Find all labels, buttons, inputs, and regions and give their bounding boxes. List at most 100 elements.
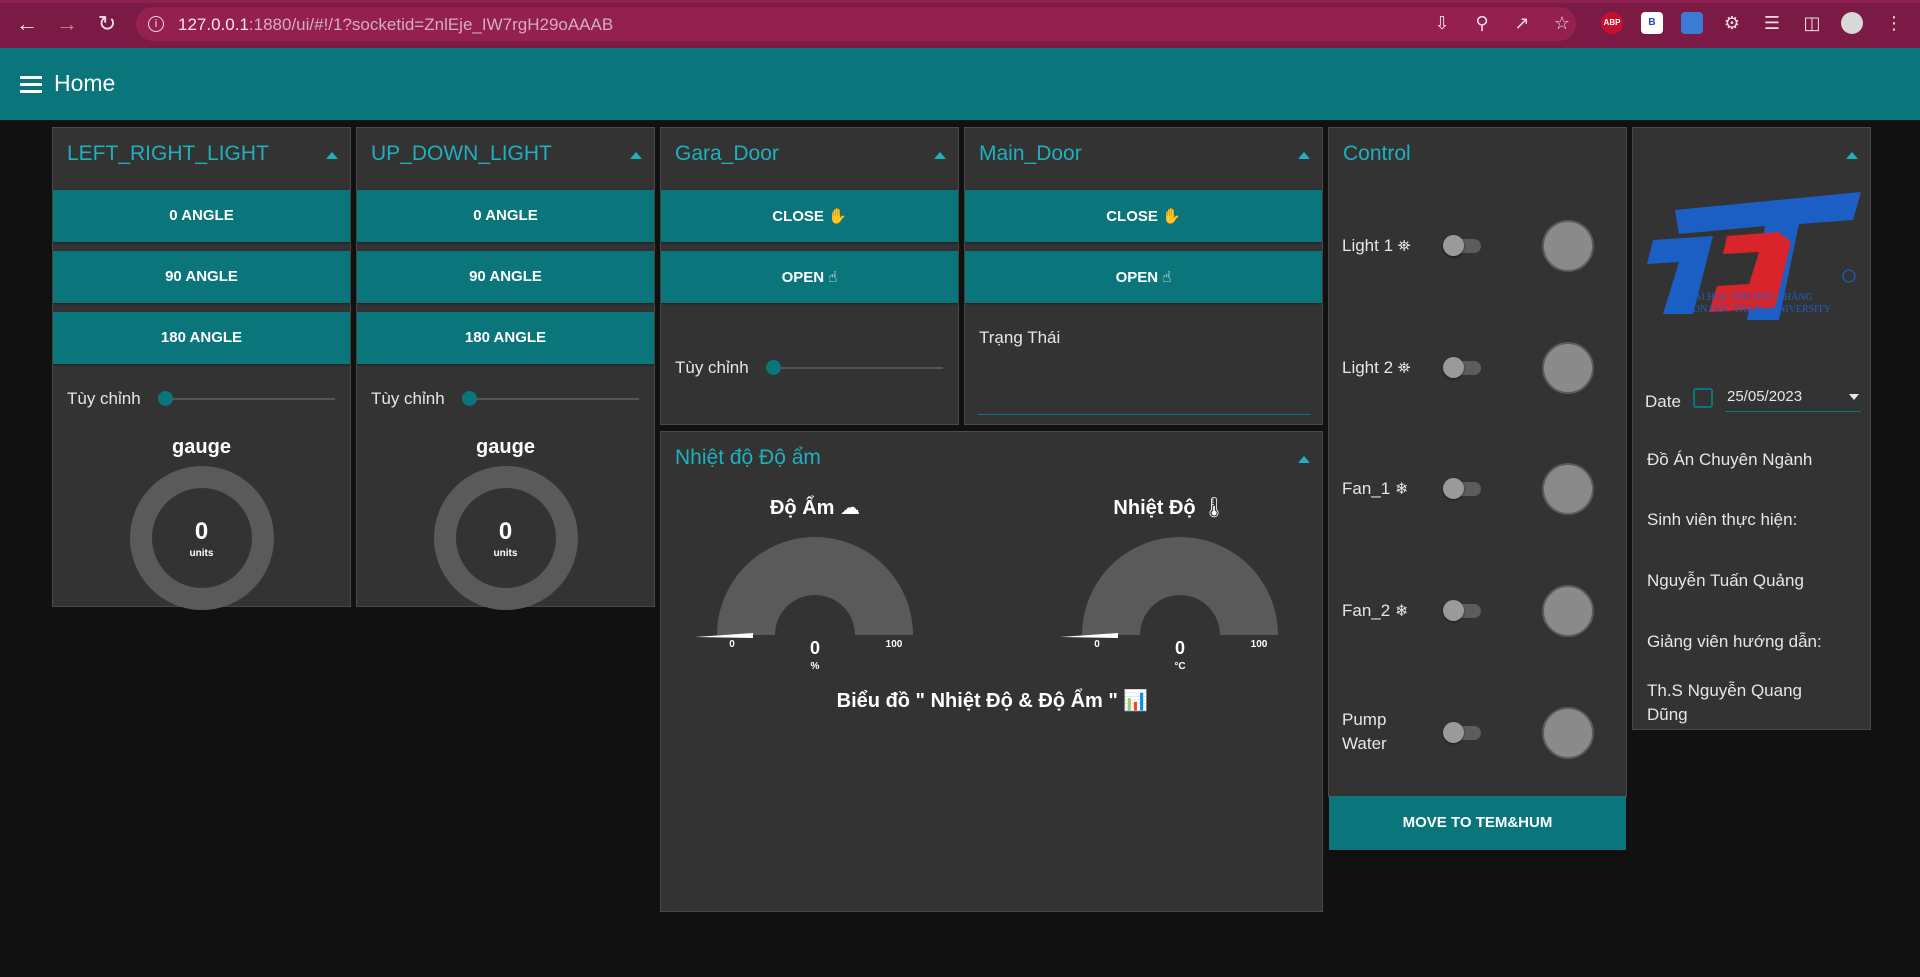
bookmark-star-icon[interactable]: ☆ xyxy=(1550,12,1574,36)
light-2-indicator xyxy=(1542,342,1594,394)
fan-2-label: Fan_2 ❄ xyxy=(1342,599,1408,623)
collapse-caret-icon[interactable] xyxy=(326,152,338,159)
slider-track[interactable] xyxy=(773,367,943,369)
main-close-button[interactable]: CLOSE ✋ xyxy=(965,190,1322,242)
hand-pointer-icon: ☝ xyxy=(1162,268,1172,286)
extensions-puzzle-icon[interactable]: ⚙ xyxy=(1720,12,1744,36)
b-extension-icon[interactable]: B xyxy=(1641,12,1663,34)
calendar-icon[interactable] xyxy=(1693,388,1713,408)
lightbulb-icon: ⛯ xyxy=(1397,358,1411,377)
gauge-unit: units xyxy=(189,548,214,559)
bar-chart-icon: 📊 xyxy=(1123,688,1149,712)
humidity-title: Độ Ẩm ☁ xyxy=(745,495,885,520)
collapse-caret-icon[interactable] xyxy=(934,152,946,159)
pump-water-indicator xyxy=(1542,707,1594,759)
install-app-icon[interactable]: ⇩ xyxy=(1430,12,1454,36)
button-label: CLOSE xyxy=(772,208,824,225)
angle-90-button[interactable]: 90 ANGLE xyxy=(357,251,654,303)
date-picker[interactable]: 25/05/2023 xyxy=(1725,384,1861,412)
lightbulb-icon: ⛯ xyxy=(1397,236,1411,255)
angle-180-button[interactable]: 180 ANGLE xyxy=(357,312,654,364)
tab-strip-edge xyxy=(0,0,1920,3)
move-to-temhum-button[interactable]: MOVE TO TEM&HUM xyxy=(1329,796,1626,850)
adblock-extension-icon[interactable]: ABP xyxy=(1601,12,1623,34)
slider-thumb[interactable] xyxy=(158,391,173,406)
slider-thumb[interactable] xyxy=(462,391,477,406)
zoom-icon[interactable]: ⚲ xyxy=(1470,12,1494,36)
address-bar[interactable]: i 127.0.0.1:1880/ui/#!/1?socketid=ZnlEje… xyxy=(136,7,1576,41)
student-label: Sinh viên thực hiện: xyxy=(1647,510,1798,529)
control-card: Control Light 1 ⛯ Light 2 ⛯ Fan_1 ❄ Fan_… xyxy=(1328,127,1627,850)
hamburger-menu-icon[interactable] xyxy=(20,76,42,93)
slider-label: Tùy chỉnh xyxy=(675,358,749,377)
up-down-light-card: UP_DOWN_LIGHT 0 ANGLE 90 ANGLE 180 ANGLE… xyxy=(356,127,655,610)
status-underline xyxy=(978,414,1311,415)
fan-1-label: Fan_1 ❄ xyxy=(1342,477,1408,501)
site-info-icon[interactable]: i xyxy=(148,16,164,32)
share-icon[interactable]: ↗ xyxy=(1510,12,1534,36)
snowflake-icon: ❄ xyxy=(1394,601,1409,620)
app-header: Home xyxy=(0,48,1920,120)
toggle-knob[interactable] xyxy=(1443,357,1464,378)
back-arrow-icon[interactable]: ← xyxy=(13,10,41,38)
date-label: Date xyxy=(1645,392,1681,411)
collapse-caret-icon[interactable] xyxy=(630,152,642,159)
collapse-caret-icon[interactable] xyxy=(1846,152,1858,159)
gauge-title: gauge xyxy=(476,436,535,458)
gara-door-card: Gara_Door CLOSE ✋ OPEN ☝ Tùy chỉnh xyxy=(660,127,959,425)
gara-close-button[interactable]: CLOSE ✋ xyxy=(661,190,958,242)
hand-pointer-icon: ☝ xyxy=(828,268,838,286)
menu-kebab-icon[interactable]: ⋮ xyxy=(1882,12,1906,36)
chart-title: Biểu đồ " Nhiệt Độ & Độ Ẩm " 📊 xyxy=(661,688,1324,713)
collapse-caret-icon[interactable] xyxy=(1298,456,1310,463)
url-path: :1880/ui/#!/1?socketid=ZnlEje_IW7rgH29oA… xyxy=(248,15,614,34)
side-panel-icon[interactable]: ◫ xyxy=(1800,12,1824,36)
label-text: Light 1 xyxy=(1342,236,1394,255)
temperature-title-text: Nhiệt Độ xyxy=(1113,497,1196,519)
slider-track[interactable] xyxy=(165,398,335,400)
temperature-value: 0 xyxy=(1174,638,1185,658)
temperature-unit: °C xyxy=(1174,661,1186,672)
gara-open-button[interactable]: OPEN ☝ xyxy=(661,251,958,303)
info-card: ĐẠI HỌC TÔN ĐỨC THẮNG TON DUC THANG UNIV… xyxy=(1632,127,1871,730)
advisor-name: Th.S Nguyễn Quang Dũng xyxy=(1647,681,1802,724)
thermometer-icon: 🌡 xyxy=(1201,495,1227,519)
toggle-knob[interactable] xyxy=(1443,722,1464,743)
card-title: Control xyxy=(1343,142,1411,165)
cloud-icon: ☁ xyxy=(840,495,860,519)
url-host: 127.0.0.1 xyxy=(178,15,249,34)
gauge-title: gauge xyxy=(172,436,231,458)
slider-label: Tùy chỉnh xyxy=(371,389,445,408)
card-title: Nhiệt độ Độ ẩm xyxy=(675,446,821,469)
temperature-max: 100 xyxy=(1250,639,1268,650)
media-queue-icon[interactable]: ☰ xyxy=(1760,12,1784,36)
slider-thumb[interactable] xyxy=(766,360,781,375)
light-1-indicator xyxy=(1542,220,1594,272)
slider-label: Tùy chỉnh xyxy=(67,389,141,408)
humidity-min: 0 xyxy=(729,639,735,650)
label-text: Fan_1 xyxy=(1342,479,1391,498)
dropdown-caret-icon[interactable] xyxy=(1849,394,1859,400)
reload-icon[interactable]: ↻ xyxy=(93,10,121,38)
temperature-min: 0 xyxy=(1094,639,1100,650)
fan-1-indicator xyxy=(1542,463,1594,515)
slider-track[interactable] xyxy=(469,398,639,400)
toggle-knob[interactable] xyxy=(1443,235,1464,256)
logo-text-vn: ĐẠI HỌC TÔN ĐỨC THẮNG xyxy=(1687,292,1813,303)
toggle-knob[interactable] xyxy=(1443,478,1464,499)
toggle-knob[interactable] xyxy=(1443,600,1464,621)
profile-avatar-icon[interactable] xyxy=(1841,12,1863,34)
snowflake-icon: ❄ xyxy=(1394,479,1409,498)
angle-180-button[interactable]: 180 ANGLE xyxy=(53,312,350,364)
url-text[interactable]: 127.0.0.1:1880/ui/#!/1?socketid=ZnlEje_I… xyxy=(178,15,613,35)
angle-90-button[interactable]: 90 ANGLE xyxy=(53,251,350,303)
forward-arrow-icon[interactable]: → xyxy=(53,10,81,38)
angle-0-button[interactable]: 0 ANGLE xyxy=(53,190,350,242)
main-open-button[interactable]: OPEN ☝ xyxy=(965,251,1322,303)
translate-extension-icon[interactable] xyxy=(1681,12,1703,34)
gauge-value: 0 xyxy=(194,518,209,545)
label-text: Fan_2 xyxy=(1342,601,1391,620)
angle-0-button[interactable]: 0 ANGLE xyxy=(357,190,654,242)
card-title: LEFT_RIGHT_LIGHT xyxy=(67,142,269,165)
collapse-caret-icon[interactable] xyxy=(1298,152,1310,159)
